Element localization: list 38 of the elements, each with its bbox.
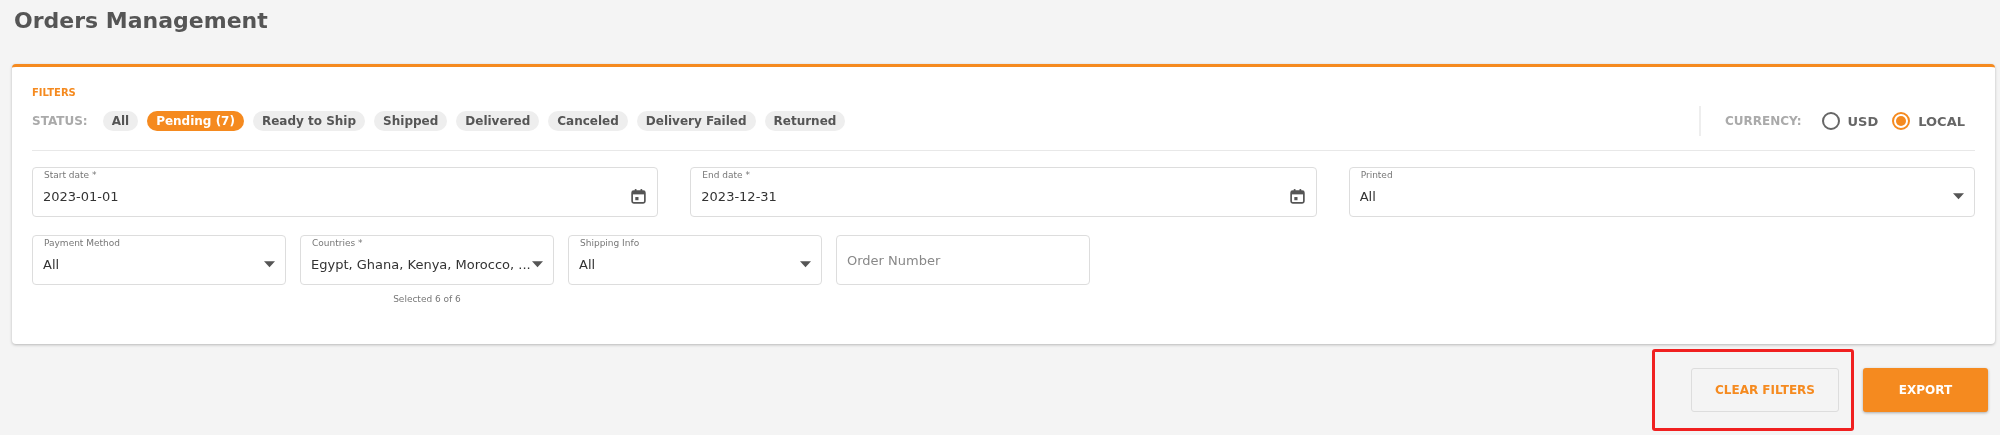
field-value: Egypt, Ghana, Kenya, Morocco, ... [311,256,532,272]
calendar-icon[interactable] [630,187,648,205]
field-label: Start date * [41,170,100,180]
status-chip[interactable]: All [102,111,139,131]
field-value: All [579,256,597,272]
caret-icon[interactable] [532,260,543,268]
input-field[interactable]: Shipping Info All [568,235,822,285]
radio-label: LOCAL [1918,113,1965,129]
helper-text: Selected 6 of 6 [393,294,461,304]
radio-button[interactable] [1821,112,1840,130]
field-placeholder: Order Number [847,252,942,268]
currency-label: CURRENCY: [1725,114,1802,128]
caret-icon[interactable] [264,260,275,268]
status-chip[interactable]: Delivery Failed [636,111,756,131]
page-title: Orders Management [14,8,269,32]
radio-label: USD [1847,113,1879,129]
status-chip[interactable]: Canceled [548,111,628,131]
status-label: STATUS: [32,114,88,128]
status-chip[interactable]: Shipped [374,111,448,131]
status-chip[interactable]: Returned [764,111,846,131]
caret-icon[interactable] [800,260,811,268]
radio-button[interactable] [1892,112,1911,130]
field-value: 2023-12-31 [701,188,778,204]
caret-icon[interactable] [1953,192,1964,200]
field-value: 2023-01-01 [43,188,120,204]
input-field[interactable]: Order Number [836,235,1090,285]
field-value: All [43,256,61,272]
field-value: All [1359,188,1377,204]
input-field[interactable]: End date * 2023-12-31 [690,167,1317,217]
filters-heading: FILTERS [32,87,76,98]
calendar-icon[interactable] [1288,187,1306,205]
input-field[interactable]: Payment Method All [32,235,286,285]
input-field[interactable]: Printed All [1348,167,1975,217]
status-chip[interactable]: Delivered [456,111,540,131]
status-chip[interactable]: Ready to Ship [252,111,366,131]
field-label: Countries * [309,238,366,248]
input-field[interactable]: Countries * Egypt, Ghana, Kenya, Morocco, ... [300,235,554,285]
input-field[interactable]: Start date * 2023-01-01 [32,167,659,217]
